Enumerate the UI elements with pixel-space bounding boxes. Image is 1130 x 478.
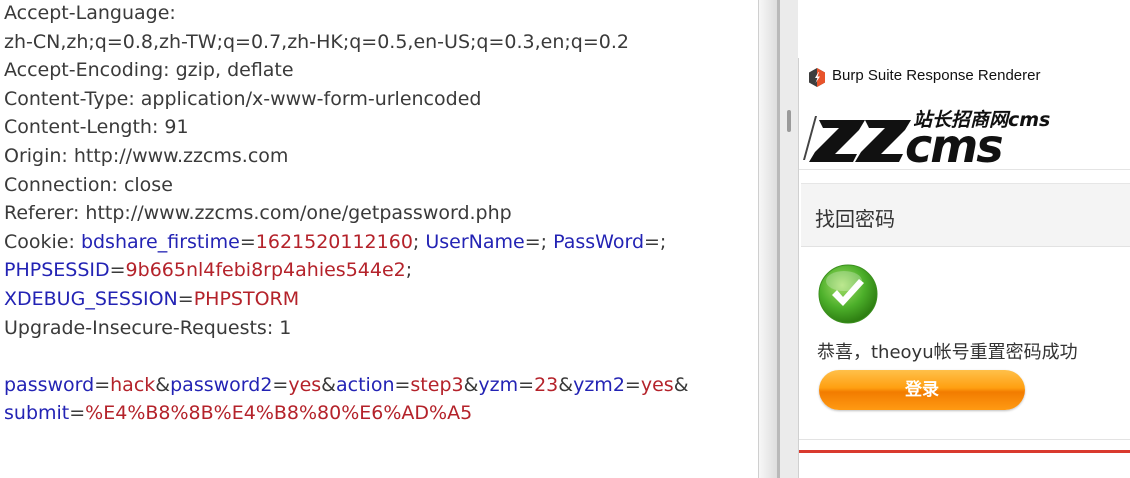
request-text-segment: & — [155, 373, 171, 396]
request-line: Referer: http://www.zzcms.com/one/getpas… — [4, 199, 689, 228]
request-line: Origin: http://www.zzcms.com — [4, 142, 689, 171]
param-name: yzm2 — [573, 373, 625, 396]
param-name: PassWord — [553, 230, 645, 253]
request-line: submit=%E4%B8%8B%E4%B8%80%E6%AD%A5 — [4, 399, 689, 428]
request-text-segment: Content-Length: 91 — [4, 116, 189, 139]
content-divider — [799, 439, 1130, 440]
section-title: 找回密码 — [815, 207, 895, 231]
section-header: 找回密码 — [801, 183, 1130, 247]
request-text-segment: & — [321, 373, 336, 396]
param-name: UserName — [425, 230, 525, 253]
login-button[interactable]: 登录 — [819, 370, 1025, 410]
request-text-segment: = — [239, 230, 256, 253]
request-text-segment: = — [69, 402, 86, 425]
param-name: bdshare_firstime — [80, 230, 240, 253]
request-text-segment: = — [94, 373, 111, 396]
param-name: XDEBUG_SESSION — [4, 287, 178, 310]
param-value: 1621520112160 — [255, 230, 413, 253]
request-editor[interactable]: Accept-Language: zh-CN,zh;q=0.8,zh-TW;q=0… — [0, 0, 758, 478]
request-text-segment: ; — [405, 259, 413, 282]
request-text-segment: Cookie: — [4, 230, 81, 253]
renderer-title: Burp Suite Response Renderer — [832, 67, 1041, 84]
request-text-segment: & — [558, 373, 574, 396]
footer-accent-line — [799, 450, 1130, 453]
logo-tagline: 站长招商网cms — [913, 109, 1050, 131]
param-name: password — [4, 373, 95, 396]
request-text-segment: Referer: http://www.zzcms.com/one/getpas… — [4, 202, 512, 225]
request-text-segment: = — [394, 373, 411, 396]
request-text-segment: Accept-Encoding: gzip, deflate — [4, 59, 294, 82]
request-text[interactable]: Accept-Language: zh-CN,zh;q=0.8,zh-TW;q=0… — [4, 0, 689, 428]
request-text-segment: Upgrade-Insecure-Requests: 1 — [4, 316, 292, 339]
request-line: Cookie: bdshare_firstime=1621520112160; … — [4, 228, 689, 257]
param-value: hack — [110, 373, 156, 396]
request-text-segment: & — [673, 373, 689, 396]
param-value: PHPSTORM — [193, 287, 300, 310]
param-name: action — [336, 373, 395, 396]
request-text-segment: = — [109, 259, 126, 282]
request-text-segment: = — [272, 373, 289, 396]
zzcms-logo: cms 站长招商网cms — [803, 109, 1050, 172]
param-name: yzm — [478, 373, 519, 396]
request-text-segment: =; — [524, 230, 554, 253]
request-text-segment: = — [518, 373, 535, 396]
request-text-segment: Connection: close — [4, 173, 173, 196]
login-button-label: 登录 — [905, 380, 939, 399]
request-text-segment: Accept-Language: — [4, 2, 176, 24]
header-divider — [799, 169, 1130, 170]
request-text-segment: = — [177, 287, 194, 310]
request-line: XDEBUG_SESSION=PHPSTORM — [4, 285, 689, 314]
param-value: %E4%B8%8B%E4%B8%80%E6%AD%A5 — [85, 402, 473, 425]
request-line: Accept-Encoding: gzip, deflate — [4, 56, 689, 85]
request-line — [4, 342, 689, 371]
request-line: Upgrade-Insecure-Requests: 1 — [4, 314, 689, 343]
splitter-divider — [777, 0, 780, 478]
param-value: step3 — [410, 373, 464, 396]
request-text-segment: Content-Type: application/x-www-form-url… — [4, 87, 482, 110]
param-value: 23 — [534, 373, 559, 396]
request-text-segment: zh-CN,zh;q=0.8,zh-TW;q=0.7,zh-HK;q=0.5,e… — [4, 30, 629, 53]
success-message: 恭喜，theoyu帐号重置密码成功 — [817, 342, 1078, 363]
splitter-grip-handle[interactable] — [787, 110, 791, 132]
request-line: Connection: close — [4, 171, 689, 200]
request-line: password=hack&password2=yes&action=step3… — [4, 371, 689, 400]
param-name: PHPSESSID — [4, 259, 110, 282]
param-value: yes — [640, 373, 674, 396]
request-text-segment: = — [624, 373, 641, 396]
param-value: yes — [288, 373, 322, 396]
request-text-segment: & — [463, 373, 479, 396]
request-line: Accept-Language: — [4, 0, 689, 28]
param-name: submit — [4, 402, 70, 425]
checkmark-icon — [818, 264, 878, 324]
request-text-segment: =; — [644, 230, 667, 253]
request-line: zh-CN,zh;q=0.8,zh-TW;q=0.7,zh-HK;q=0.5,e… — [4, 28, 689, 57]
request-line: Content-Type: application/x-www-form-url… — [4, 85, 689, 114]
param-value: 9b665nl4febi8rp4ahies544e2 — [125, 259, 406, 282]
request-line: PHPSESSID=9b665nl4febi8rp4ahies544e2; — [4, 256, 689, 285]
response-renderer-window: Burp Suite Response Renderer cms 站长招商网cm… — [798, 58, 1130, 478]
renderer-titlebar: Burp Suite Response Renderer — [799, 58, 1130, 98]
param-name: password2 — [170, 373, 273, 396]
scrollbar-track[interactable] — [758, 0, 778, 478]
pane-splitter[interactable] — [758, 0, 798, 478]
burp-suite-icon — [809, 68, 825, 87]
request-line: Content-Length: 91 — [4, 113, 689, 142]
request-text-segment: ; — [412, 230, 426, 253]
request-text-segment: Origin: http://www.zzcms.com — [4, 144, 289, 167]
